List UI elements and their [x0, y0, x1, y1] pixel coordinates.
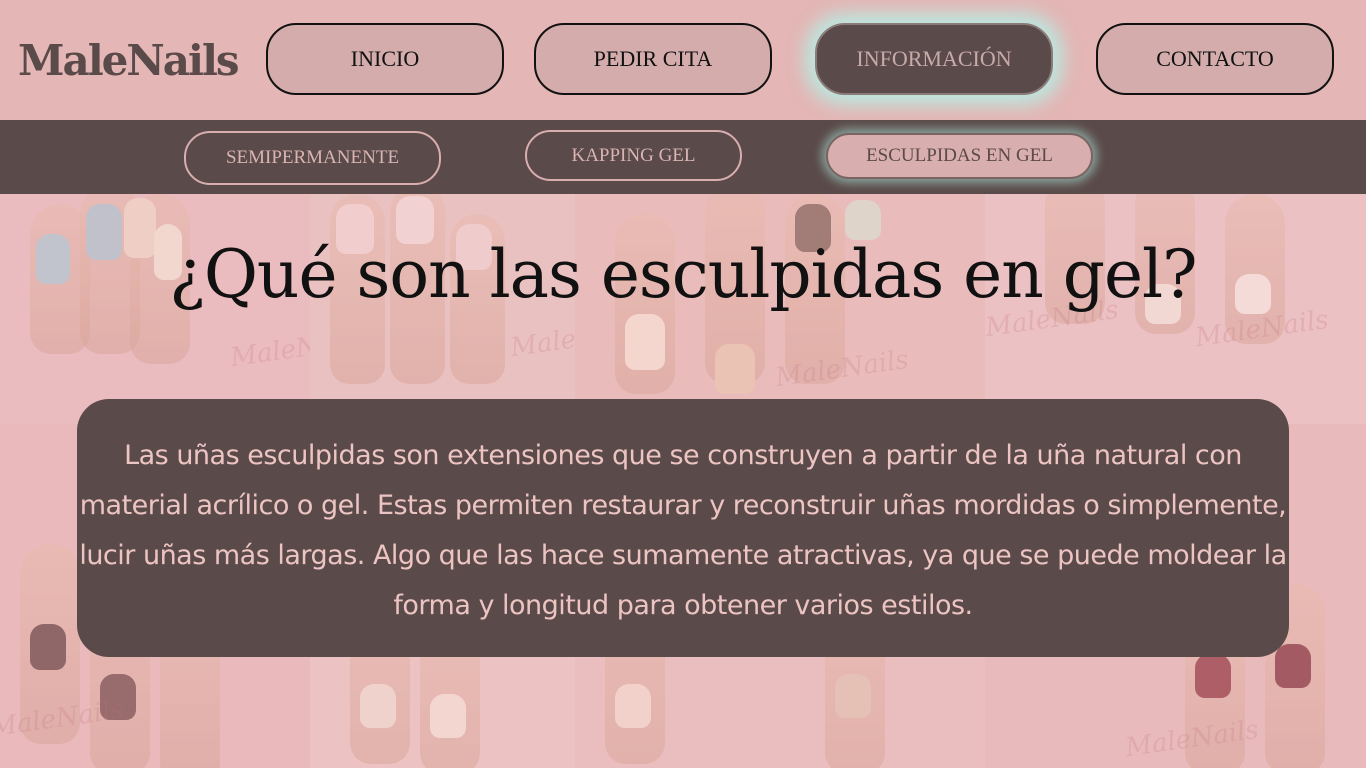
subnav-semipermanente-button[interactable]: SEMIPERMANENTE — [184, 131, 441, 185]
subnav-esculpidas-en-gel-button[interactable]: ESCULPIDAS EN GEL — [826, 133, 1093, 179]
subnav-kapping-gel-button[interactable]: KAPPING GEL — [525, 130, 742, 181]
header: MaleNails INICIO PEDIR CITA INFORMACIÓN … — [0, 0, 1366, 120]
sub-navigation: SEMIPERMANENTE KAPPING GEL ESCULPIDAS EN… — [0, 120, 1366, 194]
description-card: Las uñas esculpidas son extensiones que … — [77, 399, 1289, 657]
page-title: ¿Qué son las esculpidas en gel? — [169, 236, 1197, 313]
nav-inicio-button[interactable]: INICIO — [266, 23, 504, 95]
nav-contacto-button[interactable]: CONTACTO — [1096, 23, 1334, 95]
logo[interactable]: MaleNails — [18, 36, 240, 85]
nav-informacion-button[interactable]: INFORMACIÓN — [815, 23, 1053, 95]
nav-pedir-cita-button[interactable]: PEDIR CITA — [534, 23, 772, 95]
description-text: Las uñas esculpidas son extensiones que … — [79, 440, 1287, 621]
